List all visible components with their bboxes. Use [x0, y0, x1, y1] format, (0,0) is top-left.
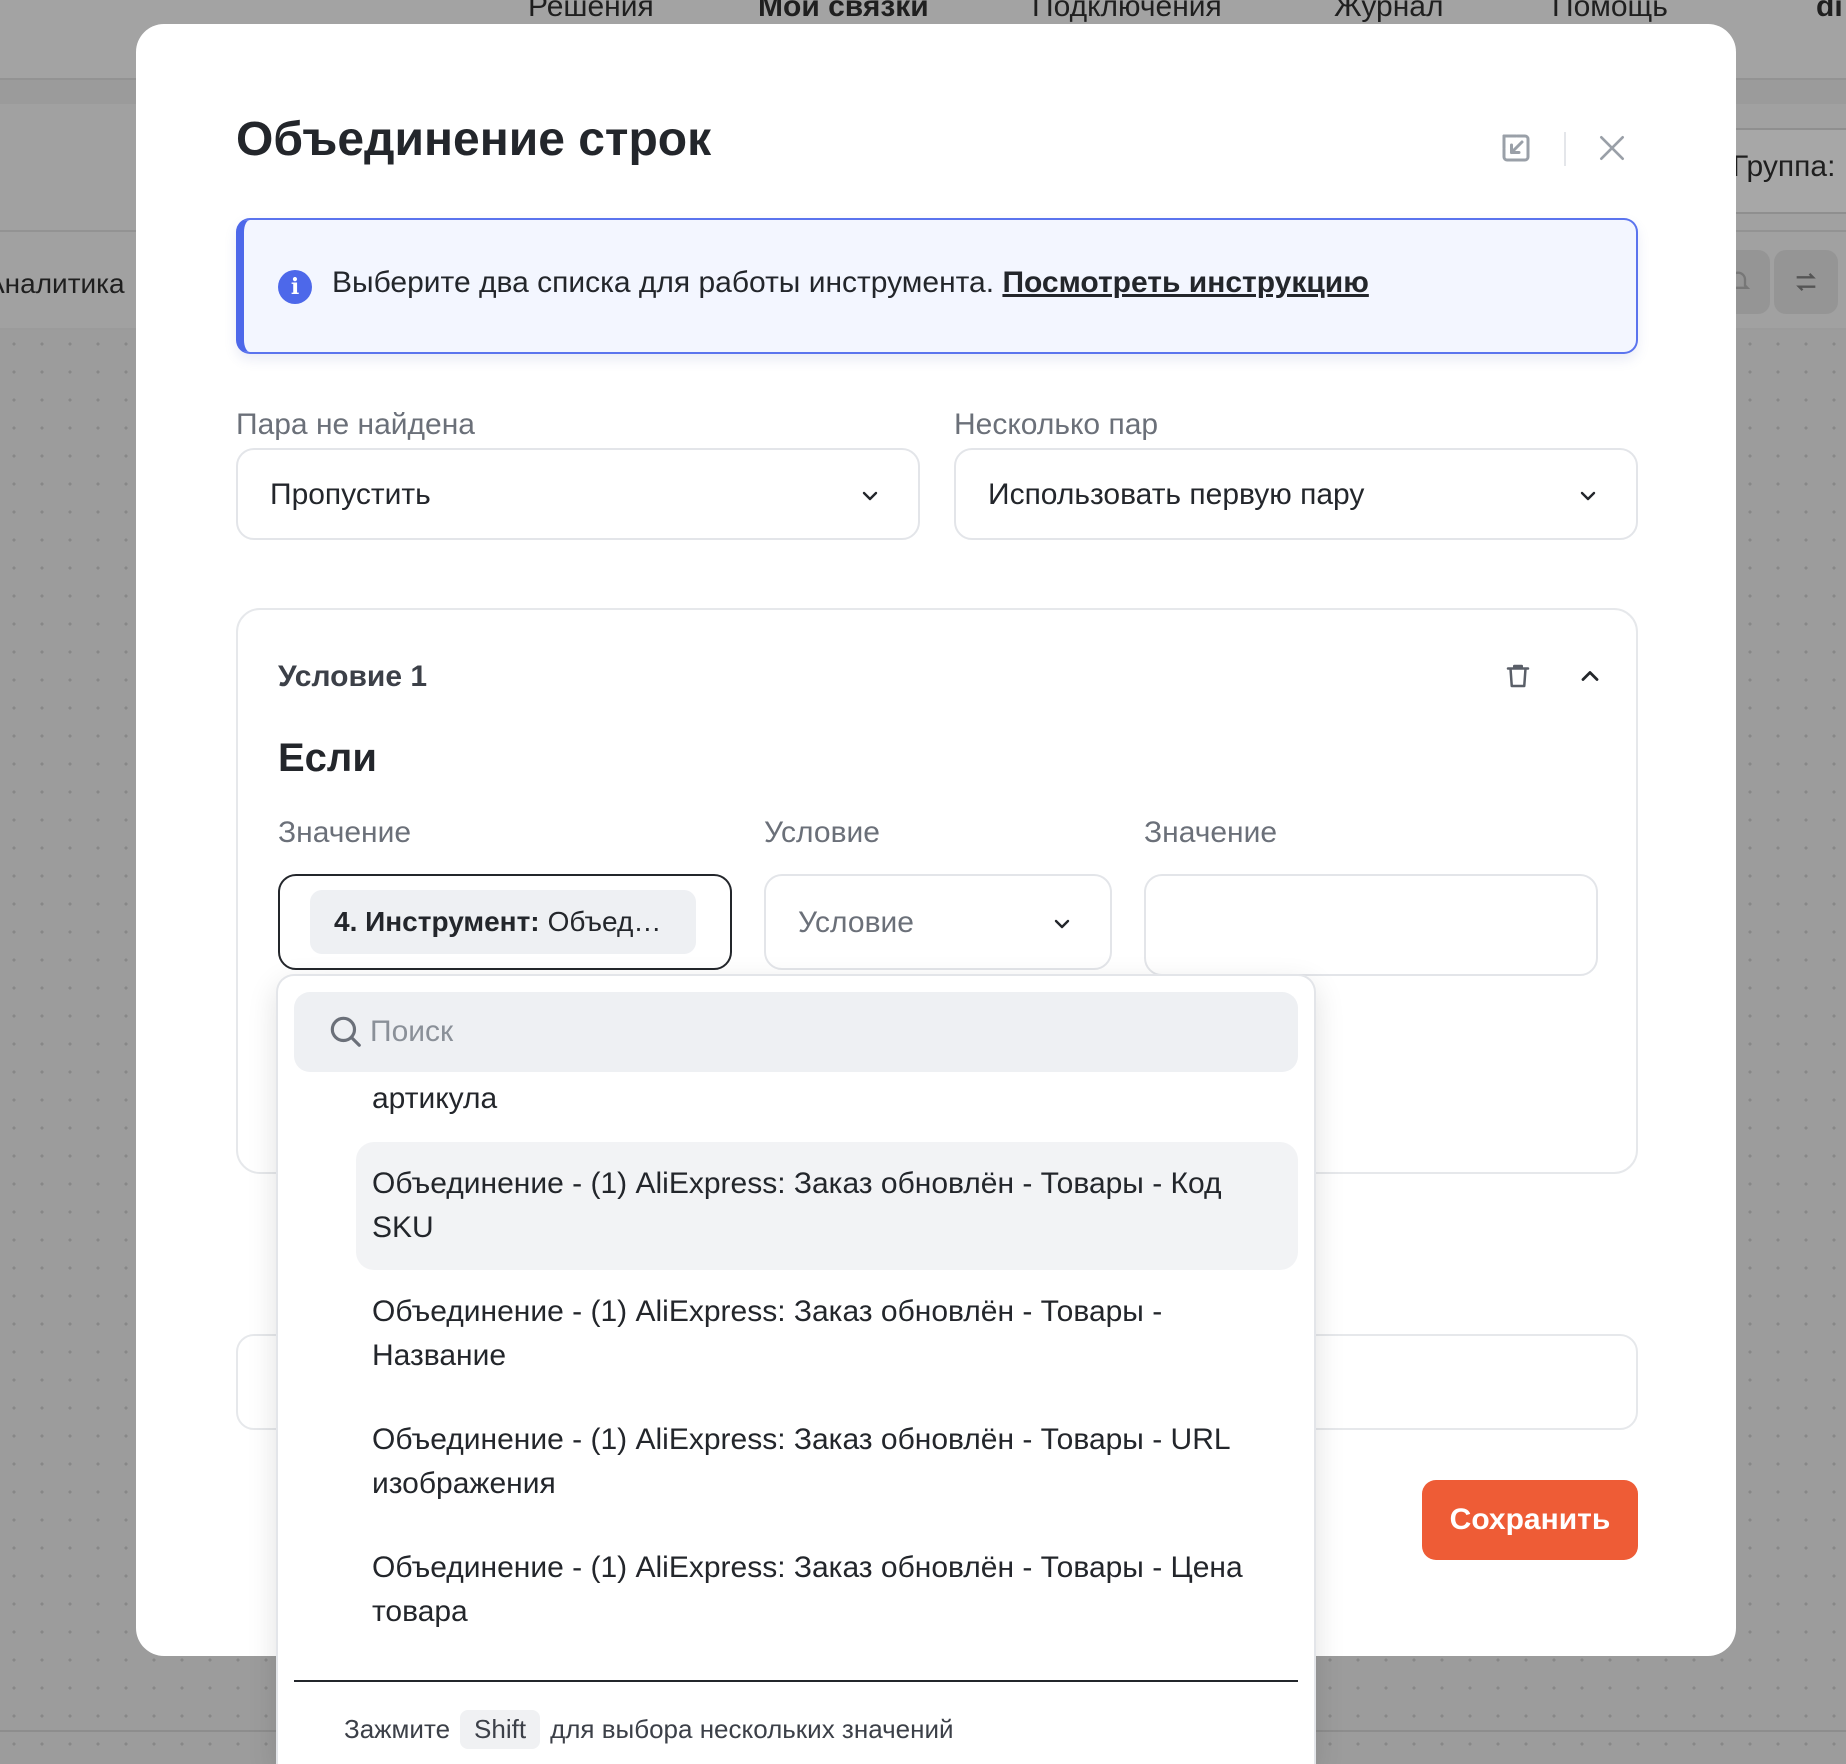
- left-value-field[interactable]: 4. Инструмент: Объединение строк - (1) A…: [278, 874, 732, 970]
- dropdown-hint: Зажмите Shift для выбора нескольких знач…: [344, 1710, 954, 1749]
- shift-key-badge: Shift: [460, 1710, 541, 1749]
- left-value-label: Значение: [278, 816, 412, 849]
- chevron-down-icon: [1580, 491, 1596, 501]
- pair-not-found-value: Пропустить: [270, 478, 431, 511]
- dropdown-divider: [294, 1680, 1298, 1682]
- operator-select[interactable]: Условие: [764, 874, 1112, 970]
- list-item[interactable]: Объединение - (1) AliExpress: Заказ обно…: [356, 1270, 1298, 1398]
- value-dropdown: артикула Объединение - (1) AliExpress: З…: [276, 974, 1316, 1764]
- pair-not-found-select[interactable]: Пропустить: [236, 448, 920, 540]
- nav-item-help[interactable]: Помощь: [1552, 0, 1668, 24]
- multiple-pairs-value: Использовать первую пару: [988, 478, 1365, 511]
- info-icon: i: [278, 270, 312, 304]
- search-icon: [330, 1016, 361, 1047]
- nav-item-journal[interactable]: Журнал: [1334, 0, 1443, 24]
- chevron-down-icon: [1054, 919, 1070, 929]
- operator-label: Условие: [764, 816, 880, 849]
- swap-icon[interactable]: [1774, 250, 1838, 314]
- group-selector[interactable]: Группа: Бе: [1720, 128, 1846, 214]
- info-message: Выберите два списка для работы инструмен…: [332, 266, 995, 299]
- pair-not-found-label: Пара не найдена: [236, 408, 475, 441]
- list-item[interactable]: артикула: [372, 1082, 497, 1116]
- if-heading: Если: [278, 736, 377, 780]
- chevron-down-icon: [862, 491, 878, 501]
- right-value-label: Значение: [1144, 816, 1278, 849]
- close-icon[interactable]: [1590, 126, 1634, 170]
- right-value-input[interactable]: [1144, 874, 1598, 976]
- nav-item-edge: di: [1816, 0, 1843, 23]
- list-item[interactable]: Объединение - (1) AliExpress: Заказ обно…: [356, 1398, 1298, 1526]
- hint-after: для выбора нескольких значений: [550, 1714, 954, 1744]
- trash-icon[interactable]: [1500, 658, 1536, 694]
- condition-title: Условие 1: [278, 660, 428, 693]
- hint-before: Зажмите: [344, 1714, 451, 1744]
- multiple-pairs-label: Несколько пар: [954, 408, 1159, 441]
- value-chip[interactable]: 4. Инструмент: Объединение строк - (1) A…: [310, 890, 696, 954]
- search-field[interactable]: [294, 992, 1298, 1072]
- header-separator: [1564, 132, 1566, 166]
- nav-item-my-links[interactable]: Мои связки: [758, 0, 929, 24]
- chip-text: Объединение строк - (1) AliExpress: [547, 906, 672, 937]
- sidebar-label-analytics[interactable]: Аналитика: [0, 268, 125, 300]
- modal-title: Объединение строк: [236, 113, 712, 166]
- group-label: Группа: Бе: [1732, 150, 1846, 183]
- chevron-up-icon[interactable]: [1572, 658, 1608, 694]
- nav-item-connections[interactable]: Подключения: [1032, 0, 1222, 24]
- collapse-window-icon[interactable]: [1494, 126, 1538, 170]
- multiple-pairs-select[interactable]: Использовать первую пару: [954, 448, 1638, 540]
- list-item[interactable]: Объединение - (1) AliExpress: Заказ обно…: [356, 1526, 1298, 1654]
- info-text: Выберите два списка для работы инструмен…: [332, 266, 1369, 300]
- operator-placeholder: Условие: [798, 906, 914, 939]
- search-input[interactable]: [370, 992, 1270, 1072]
- nav-item-solutions[interactable]: Решения: [528, 0, 654, 24]
- info-banner: i Выберите два списка для работы инструм…: [236, 218, 1638, 354]
- save-button[interactable]: Сохранить: [1422, 1480, 1638, 1560]
- instruction-link[interactable]: Посмотреть инструкцию: [1002, 266, 1368, 299]
- chip-source: 4. Инструмент:: [334, 906, 540, 937]
- list-item[interactable]: Объединение - (1) AliExpress: Заказ обно…: [356, 1142, 1298, 1270]
